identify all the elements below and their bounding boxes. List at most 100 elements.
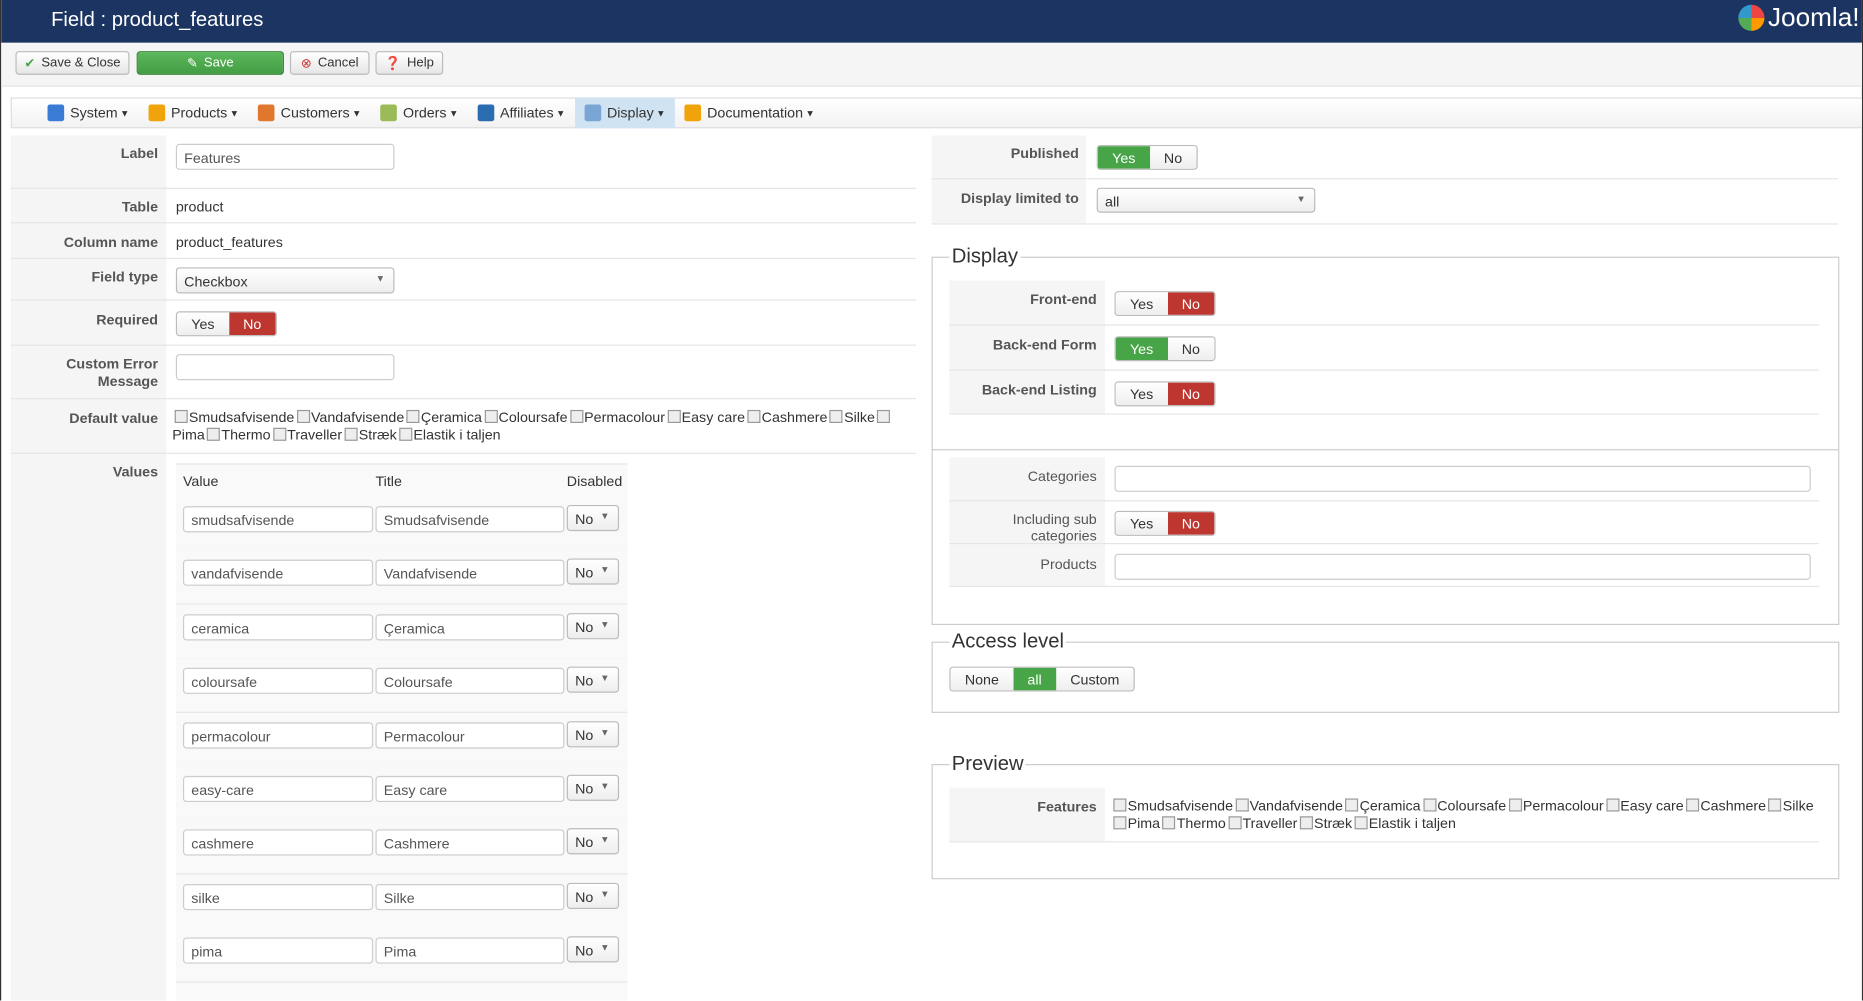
backend-form-yes[interactable]: Yes [1115, 337, 1168, 361]
access-all[interactable]: all [1013, 667, 1056, 691]
value-input[interactable]: smudsafvisende [182, 506, 374, 533]
checkbox[interactable] [406, 409, 420, 423]
default-value-option[interactable]: Cashmere [745, 409, 827, 425]
checkbox[interactable] [877, 409, 891, 423]
products-input[interactable] [1114, 553, 1811, 580]
default-value-option[interactable]: Permacolour [568, 409, 665, 425]
display-limited-select[interactable]: all ▼ [1096, 187, 1316, 213]
checkbox[interactable] [1345, 798, 1359, 812]
frontend-no[interactable]: No [1167, 292, 1215, 315]
preview-option[interactable]: Permacolour [1506, 797, 1604, 814]
title-input[interactable]: Vandafvisende [375, 560, 565, 587]
title-input[interactable]: Silke [375, 883, 565, 910]
preview-option[interactable]: Thermo [1160, 815, 1226, 832]
checkbox[interactable] [1299, 816, 1313, 830]
value-input[interactable]: vandafvisende [182, 560, 374, 587]
default-value-option[interactable]: Coloursafe [482, 409, 568, 425]
title-input[interactable]: Smudsafvisende [375, 506, 565, 533]
value-input[interactable]: permacolour [182, 721, 374, 749]
checkbox[interactable] [667, 409, 681, 423]
value-input[interactable]: easy-care [182, 775, 374, 803]
menu-products[interactable]: Products ▼ [139, 97, 249, 128]
preview-option[interactable]: Çeramica [1343, 797, 1421, 814]
preview-option[interactable]: Vandafvisende [1233, 797, 1343, 814]
checkbox[interactable] [1606, 798, 1620, 812]
preview-option[interactable]: Silke [1766, 797, 1814, 814]
custom-error-input[interactable] [175, 354, 395, 381]
title-input[interactable]: Çeramica [375, 614, 565, 641]
title-input[interactable]: Cashmere [375, 829, 565, 856]
preview-option[interactable]: Elastik i taljen [1352, 815, 1456, 832]
checkbox[interactable] [1686, 798, 1700, 812]
preview-option[interactable]: Coloursafe [1421, 797, 1507, 814]
disabled-select[interactable]: No ▼ [566, 504, 620, 532]
menu-orders[interactable]: Orders ▼ [371, 97, 468, 128]
preview-option[interactable]: Traveller [1226, 815, 1298, 832]
disabled-select[interactable]: No ▼ [566, 882, 620, 909]
menu-customers[interactable]: Customers ▼ [249, 97, 371, 128]
title-input[interactable]: Pima [375, 937, 565, 964]
checkbox[interactable] [1113, 816, 1127, 830]
backend-listing-yes[interactable]: Yes [1115, 382, 1168, 406]
field-type-select[interactable]: Checkbox ▼ [175, 267, 395, 294]
save-close-button[interactable]: ✔ Save & Close [15, 51, 130, 75]
backend-listing-no[interactable]: No [1167, 382, 1215, 406]
checkbox[interactable] [1235, 798, 1249, 812]
checkbox[interactable] [1422, 798, 1437, 812]
preview-option[interactable]: Pima [1111, 815, 1160, 832]
default-value-option[interactable]: Stræk [342, 427, 397, 443]
cancel-button[interactable]: ⊗ Cancel [289, 51, 370, 75]
subcats-yes[interactable]: Yes [1115, 512, 1168, 535]
checkbox[interactable] [296, 409, 310, 423]
required-no[interactable]: No [228, 312, 276, 336]
disabled-select[interactable]: No ▼ [566, 720, 620, 747]
disabled-select[interactable]: No ▼ [566, 666, 620, 693]
checkbox[interactable] [1508, 798, 1522, 812]
default-value-option[interactable]: Thermo [205, 427, 271, 443]
backend-form-no[interactable]: No [1167, 337, 1215, 361]
checkbox[interactable] [272, 427, 286, 441]
default-value-option[interactable]: Vandafvisende [294, 409, 404, 425]
preview-option[interactable]: Smudsafvisende [1111, 797, 1233, 814]
preview-option[interactable]: Cashmere [1684, 797, 1766, 814]
preview-option[interactable]: Easy care [1604, 797, 1684, 814]
preview-option[interactable]: Stræk [1297, 815, 1352, 832]
disabled-select[interactable]: No ▼ [566, 936, 620, 963]
checkbox[interactable] [174, 409, 188, 423]
checkbox[interactable] [207, 427, 221, 441]
menu-system[interactable]: System ▼ [38, 97, 139, 128]
checkbox[interactable] [344, 427, 358, 441]
menu-documentation[interactable]: Documentation ▼ [675, 97, 824, 128]
value-input[interactable]: coloursafe [182, 667, 374, 695]
checkbox[interactable] [1113, 798, 1127, 812]
title-input[interactable]: Easy care [375, 775, 565, 803]
checkbox[interactable] [1228, 816, 1242, 830]
checkbox[interactable] [1162, 816, 1176, 830]
checkbox[interactable] [1768, 798, 1782, 812]
default-value-option[interactable]: Traveller [271, 427, 342, 443]
value-input[interactable]: cashmere [182, 829, 374, 856]
disabled-select[interactable]: No ▼ [566, 774, 620, 801]
default-value-option[interactable]: Silke [827, 409, 875, 425]
default-value-option[interactable]: Easy care [665, 409, 745, 425]
frontend-yes[interactable]: Yes [1115, 292, 1168, 315]
access-custom[interactable]: Custom [1055, 667, 1134, 691]
disabled-select[interactable]: No ▼ [566, 828, 620, 855]
menu-affiliates[interactable]: Affiliates ▼ [468, 97, 575, 128]
checkbox[interactable] [829, 409, 843, 423]
title-input[interactable]: Coloursafe [375, 667, 565, 695]
save-button[interactable]: ✎ Save [136, 51, 284, 75]
menu-display[interactable]: Display ▼ [574, 97, 676, 129]
checkbox[interactable] [1354, 816, 1368, 830]
published-no[interactable]: No [1149, 146, 1197, 169]
categories-input[interactable] [1114, 465, 1811, 492]
access-none[interactable]: None [950, 667, 1014, 691]
subcats-no[interactable]: No [1167, 512, 1215, 535]
default-value-option[interactable]: Elastik i taljen [397, 427, 501, 443]
value-input[interactable]: ceramica [182, 614, 374, 641]
default-value-option[interactable]: Smudsafvisende [172, 409, 294, 425]
title-input[interactable]: Permacolour [375, 721, 565, 749]
help-button[interactable]: ❓ Help [375, 51, 444, 75]
disabled-select[interactable]: No ▼ [566, 558, 620, 586]
disabled-select[interactable]: No ▼ [566, 612, 620, 640]
